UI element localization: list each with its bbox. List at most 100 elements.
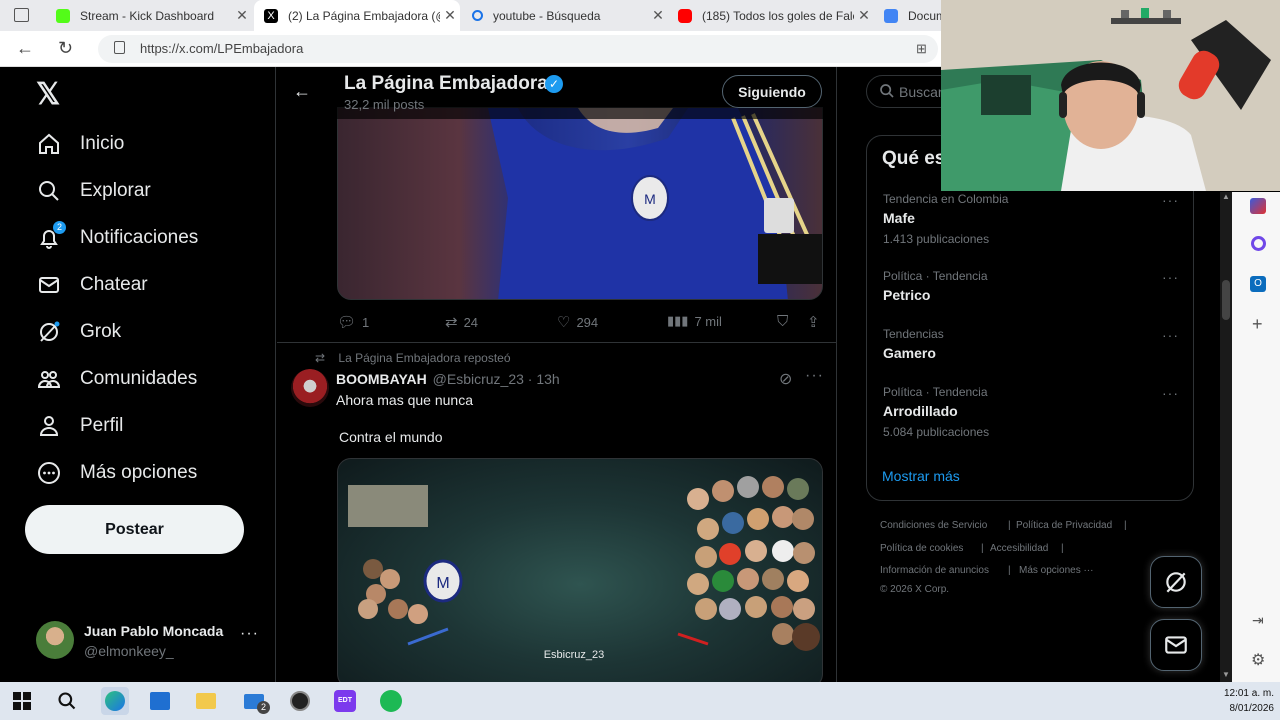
repost-icon: ⇄ (315, 351, 326, 365)
scrollbar[interactable]: ▲ ▼ (1220, 192, 1232, 682)
repost-context: ⇄ La Página Embajadora reposteó (315, 351, 511, 365)
tab-youtube-video[interactable]: (185) Todos los goles de Falca ✕ (668, 0, 874, 31)
obs-icon[interactable] (286, 687, 314, 715)
spotify-icon[interactable] (377, 687, 405, 715)
nav-item-grok[interactable]: Grok (36, 319, 121, 345)
reload-icon[interactable]: ↻ (58, 38, 73, 59)
copilot-icon[interactable] (1250, 198, 1266, 214)
store-icon[interactable] (146, 687, 174, 715)
verified-badge-icon: ✓ (545, 75, 563, 93)
bookmark-icon[interactable]: ⛉ (777, 313, 788, 330)
tweet-media[interactable]: M (337, 107, 823, 300)
more-icon[interactable]: ··· (1162, 327, 1179, 343)
more-icon[interactable]: ··· (805, 367, 824, 385)
author-handle-time: @Esbicruz_23 · 13h (432, 371, 560, 387)
search-icon (36, 178, 62, 204)
grok-icon[interactable]: ⊘ (779, 369, 792, 389)
m365-icon[interactable] (1251, 236, 1266, 251)
repost-icon: ⇄ (445, 314, 458, 331)
windows-start-icon[interactable] (8, 687, 36, 715)
grok-icon (1166, 572, 1186, 593)
trends-title: Qué es (882, 148, 946, 169)
grok-icon (36, 319, 62, 345)
account-switcher[interactable]: Juan Pablo Moncada @elmonkeey_ ··· (36, 619, 266, 663)
webcam-feed (941, 0, 1280, 191)
footer-terms-link[interactable]: Condiciones de Servicio (880, 520, 987, 531)
panel-icon[interactable]: ⇥ (1252, 612, 1264, 629)
scroll-up-icon[interactable]: ▲ (1222, 192, 1230, 201)
close-tab-icon[interactable]: ✕ (854, 7, 874, 24)
repost-button[interactable]: ⇄ 24 (445, 313, 478, 331)
avatar[interactable] (291, 369, 329, 407)
more-circle-icon (36, 460, 62, 486)
tweet-media[interactable]: M Esbicruz_23 (337, 458, 823, 682)
nav-item-notificaciones[interactable]: 2 Notificaciones (36, 221, 198, 251)
more-icon[interactable]: ··· (1162, 385, 1179, 401)
following-button[interactable]: Siguiendo (722, 75, 822, 108)
trend-item[interactable]: Tendencias Gamero ··· (883, 327, 1183, 361)
tab-kick-dashboard[interactable]: Stream - Kick Dashboard ✕ (46, 0, 252, 31)
tweet-author: BOOMBAYAH @Esbicruz_23 · 13h (336, 371, 560, 387)
trend-item[interactable]: Política · Tendencia Arrodillado 5.084 p… (883, 385, 1183, 439)
close-tab-icon[interactable]: ✕ (440, 7, 460, 24)
footer-more-link[interactable]: Más opciones ··· (1019, 565, 1093, 576)
post-button[interactable]: Postear (25, 505, 244, 554)
edge-browser-icon[interactable] (101, 687, 129, 715)
nav-item-perfil[interactable]: Perfil (36, 413, 123, 439)
tab-x-profile[interactable]: X (2) La Página Embajadora (@L ✕ (254, 0, 460, 31)
search-icon[interactable] (53, 687, 81, 715)
share-icon[interactable]: ⇪ (807, 313, 820, 331)
more-icon[interactable]: ··· (1162, 269, 1179, 285)
footer-separator: | (1124, 520, 1127, 531)
like-button[interactable]: ♡ 294 (557, 313, 598, 331)
footer-ads-link[interactable]: Información de anuncios (880, 565, 989, 576)
tab-actions-icon[interactable] (14, 8, 29, 22)
tab-docs[interactable]: Docum (874, 0, 944, 31)
webcam-overlay (941, 0, 1280, 191)
scroll-down-icon[interactable]: ▼ (1222, 670, 1230, 679)
footer-cookies-link[interactable]: Política de cookies (880, 543, 963, 554)
footer-privacy-link[interactable]: Política de Privacidad (1016, 520, 1112, 531)
nav-item-explorar[interactable]: Explorar (36, 178, 151, 204)
close-tab-icon[interactable]: ✕ (232, 7, 252, 24)
folder-icon[interactable] (192, 687, 220, 715)
more-icon[interactable]: ··· (240, 625, 259, 643)
close-tab-icon[interactable]: ✕ (648, 7, 668, 24)
profile-header: ← La Página Embajadora ✓ 32,2 mil posts … (277, 67, 836, 119)
search-icon (472, 10, 483, 21)
jersey-photo: M (488, 108, 822, 299)
scrollbar-thumb[interactable] (1222, 280, 1230, 320)
svg-text:M: M (644, 191, 656, 207)
reply-button[interactable]: 💬︎ 1 (337, 313, 369, 331)
system-clock[interactable]: 12:01 a. m. 8/01/2026 (1224, 686, 1274, 716)
author-name[interactable]: BOOMBAYAH (336, 371, 427, 387)
edit-app-icon[interactable]: EDT (331, 687, 359, 715)
nav-item-mas-opciones[interactable]: Más opciones (36, 460, 197, 486)
show-more-link[interactable]: Mostrar más (882, 468, 960, 484)
nav-item-inicio[interactable]: Inicio (36, 131, 124, 157)
add-icon[interactable]: + (1252, 314, 1263, 335)
x-logo-icon[interactable]: 𝕏 (36, 77, 60, 112)
nav-item-comunidades[interactable]: Comunidades (36, 366, 197, 392)
outlook-icon[interactable]: O (1250, 276, 1266, 292)
trend-item[interactable]: Política · Tendencia Petrico ··· (883, 269, 1183, 303)
views-button[interactable]: ▮▮▮ 7 mil (667, 313, 722, 329)
person-icon (36, 413, 62, 439)
app-available-icon[interactable]: ⊞ (916, 41, 927, 57)
more-icon[interactable]: ··· (1162, 192, 1179, 208)
mail-app-icon[interactable]: 2 (240, 687, 270, 715)
back-arrow-icon[interactable]: ← (293, 81, 311, 102)
messages-fab[interactable] (1150, 619, 1202, 671)
url-field[interactable]: https://x.com/LPEmbajadora ⊞ (98, 35, 938, 63)
mail-icon (36, 272, 62, 298)
gear-icon[interactable]: ⚙ (1251, 650, 1265, 670)
timeline: M ← La Página Embajadora ✓ 32,2 mil post… (277, 67, 837, 682)
back-arrow-icon[interactable]: ← (16, 38, 34, 59)
footer-separator: | (981, 543, 984, 554)
x-icon: X (264, 8, 278, 23)
footer-accessibility-link[interactable]: Accesibilidad (990, 543, 1048, 554)
tab-youtube-search[interactable]: youtube - Búsqueda ✕ (462, 0, 668, 31)
nav-item-chatear[interactable]: Chatear (36, 272, 148, 298)
grok-fab[interactable] (1150, 556, 1202, 608)
trend-item[interactable]: Tendencia en Colombia Mafe 1.413 publica… (883, 192, 1183, 246)
